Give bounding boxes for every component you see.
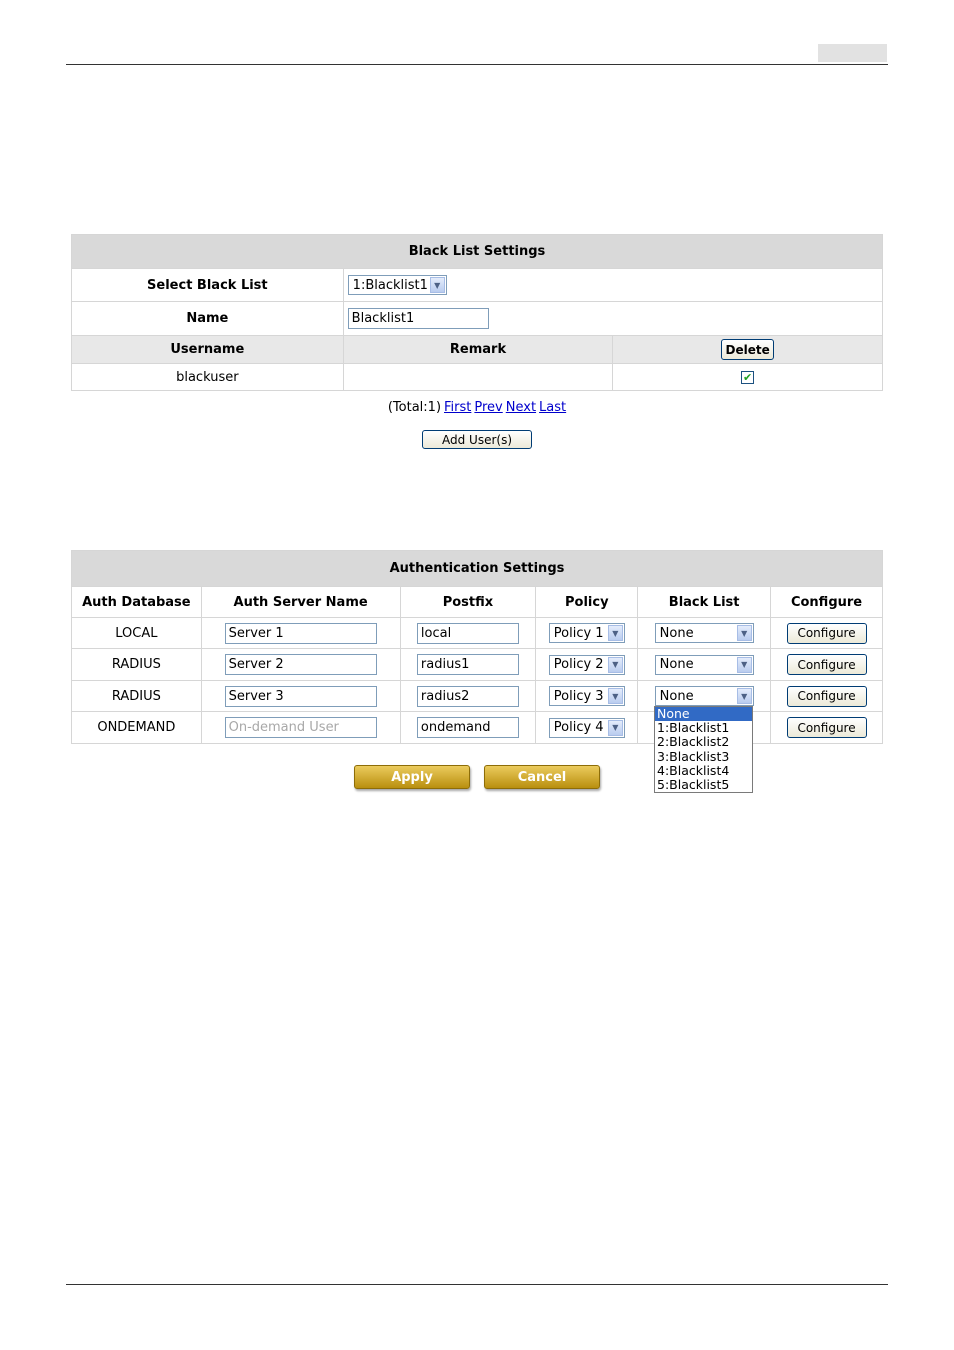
header-tab-decoration [818,44,887,62]
configure-button[interactable]: Configure [786,717,867,738]
remark-column-header: Remark [342,335,614,364]
blacklist-dropdown-list: None 1:Blacklist1 2:Blacklist2 3:Blackli… [654,706,753,793]
auth-database-cell: RADIUS [71,680,202,712]
chevron-down-icon: ▼ [607,719,623,736]
server-name-input[interactable]: Server 2 [224,654,377,675]
auth-server-name-header: Auth Server Name [200,586,401,618]
chevron-down-icon: ▼ [607,688,623,704]
policy-value: Policy 2 [553,657,604,672]
policy-value: Policy 1 [553,625,604,641]
auth-database-cell: ONDEMAND [71,711,202,744]
configure-button[interactable]: Configure [786,622,867,644]
chevron-down-icon: ▼ [607,656,623,673]
next-page-link[interactable]: Next [506,400,536,415]
add-users-button[interactable]: Add User(s) [422,430,532,449]
server-name-input[interactable]: Server 3 [224,685,377,707]
dropdown-option[interactable]: 2:Blacklist2 [655,735,752,749]
blacklist-settings-panel: Black List Settings Select Black List 1:… [71,234,884,391]
username-cell: blackuser [71,363,344,391]
auth-database-header: Auth Database [71,586,202,618]
chevron-down-icon: ▼ [736,688,752,704]
policy-value: Policy 4 [553,720,604,735]
first-page-link[interactable]: First [444,400,471,415]
postfix-input[interactable]: radius1 [416,654,519,675]
server-name-input[interactable]: On-demand User [224,717,377,738]
policy-header: Policy [535,586,639,618]
dropdown-option[interactable]: 3:Blacklist3 [655,749,752,764]
delete-button[interactable]: Delete [721,339,775,360]
policy-dropdown[interactable]: Policy 2 ▼ [548,654,625,675]
apply-button[interactable]: Apply [354,765,470,789]
postfix-input[interactable]: local [416,622,519,644]
remark-cell [342,363,614,391]
table-row: RADIUS Server 3 radius2 Policy 3 ▼ None ▼ … [71,680,883,712]
configure-button[interactable]: Configure [786,654,867,675]
chevron-down-icon: ▼ [736,625,752,641]
postfix-input[interactable]: ondemand [416,717,519,738]
authentication-settings-title: Authentication Settings [71,550,883,587]
server-name-input[interactable]: Server 1 [224,622,377,644]
table-row: LOCAL Server 1 local Policy 1 ▼ None ▼ Con… [71,617,883,649]
table-row: RADIUS Server 2 radius1 Policy 2 ▼ None ▼ … [71,648,883,681]
blacklist-settings-title: Black List Settings [71,234,883,269]
postfix-header: Postfix [399,586,537,618]
select-blacklist-dropdown[interactable]: 1:Blacklist1 ▼ [347,275,447,295]
authentication-settings-panel: Authentication Settings Auth Database Au… [71,550,883,744]
configure-header: Configure [770,586,883,618]
policy-dropdown[interactable]: Policy 1 ▼ [548,623,625,643]
policy-dropdown[interactable]: Policy 3 ▼ [548,686,625,706]
table-row: ONDEMAND On-demand User ondemand Policy … [71,711,883,744]
chevron-down-icon: ▼ [429,277,445,293]
chevron-down-icon: ▼ [736,656,752,673]
blacklist-value: None [659,625,694,641]
blacklist-value: None [659,688,694,704]
blacklist-value: None [659,657,694,672]
dropdown-option[interactable]: 5:Blacklist5 [655,777,752,792]
blacklist-dropdown[interactable]: None ▼ [654,654,754,675]
footer-rule [66,1284,888,1285]
delete-user-checkbox[interactable]: ✔ [741,370,755,384]
postfix-input[interactable]: radius2 [416,685,519,707]
pagination: (Total:1) First Prev Next Last [0,400,954,415]
dropdown-option-selected[interactable]: None [655,706,752,722]
last-page-link[interactable]: Last [539,400,566,415]
pagination-total: (Total:1) [387,400,442,415]
policy-dropdown[interactable]: Policy 4 ▼ [548,717,625,738]
select-blacklist-label: Select Black List [71,268,344,302]
blacklist-name-label: Name [71,301,344,336]
dropdown-option[interactable]: 1:Blacklist1 [655,721,752,735]
policy-value: Policy 3 [553,688,604,704]
header-rule [66,64,888,65]
blacklist-name-input[interactable]: Blacklist1 [347,308,489,329]
blacklist-dropdown[interactable]: None ▼ [654,623,754,643]
auth-database-cell: LOCAL [71,617,202,649]
configure-button[interactable]: Configure [786,685,867,707]
chevron-down-icon: ▼ [607,625,623,641]
select-blacklist-value: 1:Blacklist1 [352,277,428,293]
blacklist-dropdown-open[interactable]: None ▼ [654,686,754,706]
table-row: blackuser ✔ [71,363,883,391]
check-icon: ✔ [743,370,753,384]
prev-page-link[interactable]: Prev [474,400,502,415]
username-column-header: Username [71,335,344,364]
auth-database-cell: RADIUS [71,648,202,681]
cancel-button[interactable]: Cancel [484,765,600,789]
dropdown-option[interactable]: 4:Blacklist4 [655,763,752,778]
blacklist-header: Black List [637,586,772,618]
